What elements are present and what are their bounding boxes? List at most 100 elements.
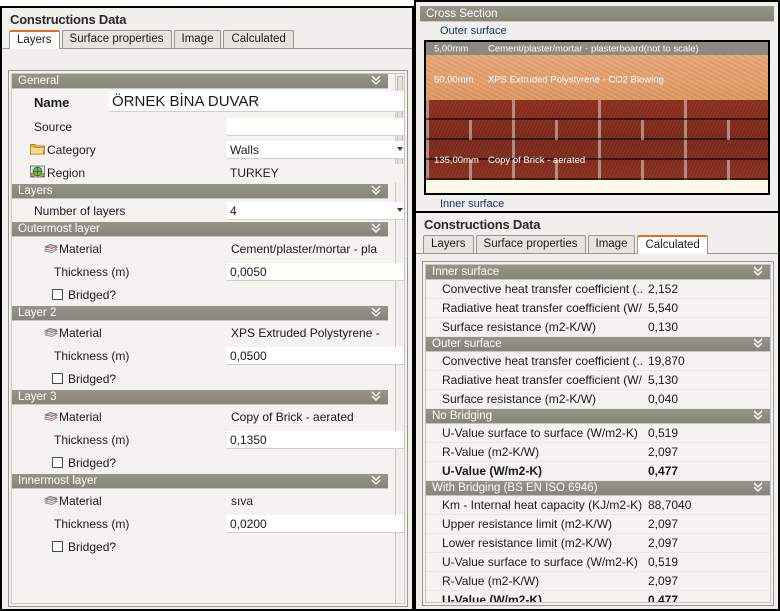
app-root: Constructions Data Layers Surface proper…	[0, 0, 780, 611]
section-header-layer-0[interactable]: Outermost layer	[12, 222, 388, 237]
section-header-layer-3[interactable]: Innermost layer	[12, 474, 388, 489]
calc-label-3-3: U-Value surface to surface (W/m2-K)	[442, 555, 638, 569]
right-tab-surface-properties[interactable]: Surface properties	[475, 235, 586, 253]
chevron-double-down-icon[interactable]	[370, 184, 382, 199]
tab-calculated[interactable]: Calculated	[223, 30, 294, 48]
row-material-0: Material Cement/plaster/mortar - pla	[12, 237, 404, 260]
section-header-outer-surface[interactable]: Outer surface	[426, 337, 770, 352]
calc-label-3-5: U-Value (W/m2-K)	[442, 593, 543, 603]
region-globe-icon-svg	[30, 165, 45, 178]
calc-value-2-1: 2,097	[648, 445, 679, 459]
checkbox-box-2[interactable]	[52, 457, 63, 468]
chevron-double-down-icon[interactable]	[752, 409, 764, 424]
left-form-frame: General Name ÖRNEK BİNA DUVAR Source Cat…	[8, 70, 408, 607]
material-layers-icon	[43, 326, 59, 344]
section-header-no-bridging[interactable]: No Bridging	[426, 409, 770, 424]
source-label: Source	[34, 119, 73, 134]
material-layers-icon-svg	[43, 244, 59, 253]
tab-layers[interactable]: Layers	[9, 30, 60, 49]
section-header-with-bridging[interactable]: With Bridging (BS EN ISO 6946)	[426, 481, 770, 496]
row-thickness-3: Thickness (m) 0,0200	[12, 512, 404, 535]
chevron-double-down-icon[interactable]	[370, 306, 382, 321]
thickness-input-0[interactable]: 0,0050	[227, 263, 404, 281]
thickness-input-1[interactable]: 0,0500	[227, 347, 404, 365]
chevron-down-icon[interactable]	[397, 147, 403, 151]
material-label-0: Material	[59, 241, 102, 256]
row-number-of-layers: Number of layers 4	[12, 199, 404, 222]
folder-icon	[30, 142, 45, 160]
source-input[interactable]	[227, 118, 404, 136]
section-header-general[interactable]: General	[12, 74, 388, 89]
chevron-double-down-icon[interactable]	[370, 390, 382, 405]
layer-block-1: Layer 2 Material XPS Extruded Polystyren…	[12, 306, 404, 390]
xsec-band-xps: 50,00mm XPS Extruded Polystyrene - CO2 B…	[426, 55, 768, 100]
calc-label-2-2: U-Value (W/m2-K)	[442, 464, 543, 478]
name-input[interactable]: ÖRNEK BİNA DUVAR	[109, 91, 404, 112]
material-value-2[interactable]: Copy of Brick - aerated	[231, 410, 404, 424]
outer-surface-label: Outer surface	[440, 25, 507, 37]
section-header-layer-1-label: Layer 2	[18, 307, 57, 319]
xsec-band-brick: 135,00mm Copy of Brick - aerated	[426, 100, 768, 180]
calc-value-3-5: 0,477	[648, 593, 679, 603]
material-value-0[interactable]: Cement/plaster/mortar - pla	[231, 242, 404, 256]
row-bridged-0: Bridged?	[12, 283, 404, 306]
calc-label-1-1: Radiative heat transfer coefficient (W/.…	[442, 373, 642, 387]
chevron-double-down-icon[interactable]	[752, 481, 764, 496]
tab-surface-properties[interactable]: Surface properties	[61, 30, 172, 48]
region-value[interactable]: TURKEY	[227, 164, 404, 182]
calc-row-3-5: U-Value (W/m2-K) 0,477	[426, 591, 770, 603]
bridged-checkbox-1[interactable]: Bridged?	[52, 372, 116, 386]
row-name: Name ÖRNEK BİNA DUVAR	[12, 89, 404, 115]
row-thickness-1: Thickness (m) 0,0500	[12, 344, 404, 367]
bridged-checkbox-0[interactable]: Bridged?	[52, 288, 116, 302]
section-header-layer-1[interactable]: Layer 2	[12, 306, 388, 321]
calc-row-3-2: Lower resistance limit (m2-K/W) 2,097	[426, 534, 770, 553]
row-material-2: Material Copy of Brick - aerated	[12, 405, 404, 428]
checkbox-box-3[interactable]	[52, 541, 63, 552]
row-region: Region TURKEY	[12, 161, 404, 184]
inner-surface-label: Inner surface	[440, 198, 505, 210]
thickness-input-2[interactable]: 0,1350	[227, 431, 404, 449]
right-tab-layers[interactable]: Layers	[423, 235, 474, 253]
left-tabstrip: Layers Surface properties Image Calculat…	[2, 29, 412, 49]
calc-label-2-0: U-Value surface to surface (W/m2-K)	[442, 426, 638, 440]
chevron-down-icon[interactable]	[397, 208, 403, 212]
chevron-double-down-icon[interactable]	[752, 265, 764, 280]
folder-icon-svg	[30, 144, 45, 155]
chevron-double-down-icon[interactable]	[370, 74, 382, 89]
checkbox-box-0[interactable]	[52, 289, 63, 300]
calc-value-3-1: 2,097	[648, 517, 679, 531]
calc-label-1-2: Surface resistance (m2-K/W)	[442, 392, 597, 406]
thickness-input-3[interactable]: 0,0200	[227, 515, 404, 533]
chevron-double-down-icon[interactable]	[370, 474, 382, 489]
calc-row-3-4: R-Value (m2-K/W) 2,097	[426, 572, 770, 591]
section-header-layer-2[interactable]: Layer 3	[12, 390, 388, 405]
chevron-double-down-icon[interactable]	[370, 222, 382, 237]
chevron-double-down-svg	[371, 185, 381, 195]
section-header-layers[interactable]: Layers	[12, 184, 388, 199]
thickness-label-3: Thickness (m)	[54, 516, 130, 531]
section-header-general-label: General	[18, 75, 59, 87]
chevron-double-down-icon[interactable]	[752, 337, 764, 352]
material-value-1[interactable]: XPS Extruded Polystyrene -	[231, 326, 404, 340]
material-value-3[interactable]: sıva	[231, 494, 404, 508]
calc-value-3-3: 0,519	[648, 555, 679, 569]
category-combo[interactable]: Walls	[227, 141, 404, 159]
tab-image[interactable]: Image	[173, 30, 222, 48]
number-of-layers-combo[interactable]: 4	[227, 202, 404, 220]
section-header-inner-surface[interactable]: Inner surface	[426, 265, 770, 280]
calc-label-3-2: Lower resistance limit (m2-K/W)	[442, 536, 613, 550]
section-header-inner-surface-label: Inner surface	[432, 266, 500, 278]
calc-label-3-0: Km - Internal heat capacity (KJ/m2-K)	[442, 498, 642, 512]
xsec-band-xps-thickness: 50,00mm	[434, 74, 474, 86]
bridged-checkbox-3[interactable]: Bridged?	[52, 540, 116, 554]
right-form-inner: Inner surface Convective heat transfer c…	[425, 264, 771, 603]
right-tab-image[interactable]: Image	[587, 235, 636, 253]
calc-row-2-0: U-Value surface to surface (W/m2-K) 0,51…	[426, 424, 770, 443]
right-tab-calculated[interactable]: Calculated	[637, 235, 708, 254]
section-header-cross-section[interactable]: Cross Section	[420, 6, 774, 22]
right-tabstrip: Layers Surface properties Image Calculat…	[416, 234, 778, 254]
checkbox-box-1[interactable]	[52, 373, 63, 384]
bridged-checkbox-2[interactable]: Bridged?	[52, 456, 116, 470]
calc-row-1-0: Convective heat transfer coefficient (..…	[426, 352, 770, 371]
